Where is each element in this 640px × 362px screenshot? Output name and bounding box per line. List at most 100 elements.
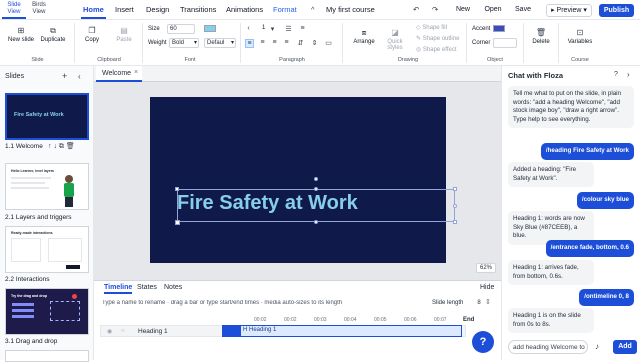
chat-message-bot: Heading 1: arrives fade, from bottom, 0.… [508,260,594,285]
new-button[interactable]: New [452,4,474,17]
line-spacing-value[interactable]: 1 [262,25,265,31]
move-up-icon[interactable]: ↑ [48,143,52,150]
duplicate-button[interactable]: ⧉ Duplicate [38,26,68,43]
character-head [65,175,73,183]
add-slide-icon[interactable]: + [62,71,67,81]
variables-button[interactable]: ⊡ Variables [566,28,594,45]
slide-length-input[interactable]: 8 [472,298,486,308]
move-down-icon[interactable]: ↓ [53,143,57,150]
open-button[interactable]: Open [481,4,505,17]
resize-handle[interactable] [453,204,457,208]
numbered-list-icon[interactable]: ≡ [298,25,307,32]
publish-button[interactable]: Publish [599,4,634,17]
slide-thumbnail-4[interactable]: Try the drag and drop [5,288,89,335]
slide-thumbnail-2[interactable]: Hello Learner, level layers [5,163,89,210]
timeline-bar[interactable]: H Heading 1 [222,325,462,337]
quick-styles-button[interactable]: ◪ Quick styles [380,28,410,51]
slide-thumbnail-3[interactable]: Ready-made interactions [5,226,89,273]
expand-icon[interactable]: › [627,70,630,79]
document-title[interactable]: My first course [326,5,375,14]
text-direction-icon[interactable]: ⇵ [296,39,305,47]
collapse-panel-icon[interactable]: ‹ [78,72,81,81]
corner-input[interactable] [493,38,517,48]
redo-icon[interactable]: ↷ [432,5,438,14]
align-left-icon[interactable]: ≡ [245,39,254,48]
new-slide-button[interactable]: ⊞ New slide [6,26,36,43]
slide-label[interactable]: 3.1 Drag and drop [5,338,57,345]
resize-handle[interactable] [175,220,180,225]
tab-welcome[interactable]: Welcome × [96,66,142,82]
slide-heading[interactable]: Fire Safety at Work [177,192,358,215]
resize-handle[interactable] [314,187,318,191]
close-icon[interactable]: × [134,69,138,76]
editor-area: Welcome × Fire Safety at Work 62% Timeli… [94,66,501,360]
font-size-input[interactable]: 60 [167,24,195,34]
lock-icon[interactable]: ○ [121,328,125,334]
delete-label: Delete [532,39,550,45]
tab-format[interactable]: Format [273,5,297,14]
tab-insert[interactable]: Insert [115,5,134,14]
timeline-row-name[interactable]: Heading 1 [138,328,168,335]
slide-thumbnail-1[interactable]: Fire Safety at Work [5,93,89,140]
slide-label[interactable]: 1.1 Welcome [5,143,43,150]
copy-button[interactable]: ❐ Copy [82,26,102,43]
eye-icon[interactable]: ◉ [107,328,112,335]
slide-thumbnail-5[interactable] [5,350,89,362]
help-icon[interactable]: ? [614,71,618,78]
tab-states[interactable]: States [137,284,157,291]
microphone-icon[interactable]: ♪ [595,342,599,351]
paste-button[interactable]: ▤ Paste [112,26,136,43]
add-button[interactable]: Add [613,340,637,354]
resize-handle[interactable] [314,220,318,224]
slide-canvas[interactable]: Fire Safety at Work [150,97,457,263]
chat-input[interactable] [508,340,588,354]
tab-animations[interactable]: Animations [226,5,263,14]
tab-transitions[interactable]: Transitions [180,5,216,14]
trash-icon[interactable]: 🗑 [66,143,75,150]
chevron-down-icon: ▾ [230,40,234,46]
align-justify-icon[interactable]: ≡ [282,39,291,46]
zoom-level[interactable]: 62% [476,263,496,273]
bullet-list-icon[interactable]: ☰ [284,25,293,33]
tab-design[interactable]: Design [146,5,169,14]
slides-panel-title: Slides [5,73,25,80]
help-fab-button[interactable]: ? [472,331,494,353]
tab-timeline[interactable]: Timeline [104,284,133,294]
undo-icon[interactable]: ↶ [413,5,419,14]
font-weight-select[interactable]: Bold ▾ [169,38,199,48]
thumbnail-heading: Try the drag and drop [11,294,47,298]
align-right-icon[interactable]: ≡ [270,39,279,46]
hide-timeline-button[interactable]: Hide [480,284,494,291]
vertical-align-icon[interactable]: ⇕ [310,39,319,47]
font-color-swatch[interactable] [204,25,216,32]
text-box-icon[interactable]: ▭ [324,39,333,47]
slide-view-tab[interactable]: Slide View [2,2,26,19]
resize-handle[interactable] [453,220,457,224]
chevron-left-icon[interactable]: ‹ [244,25,253,32]
tab-home[interactable]: Home [81,5,106,19]
tab-notes[interactable]: Notes [164,284,182,291]
timeline-tick: 00:07 [434,317,447,323]
trash-icon: 🗑 [535,28,547,37]
duplicate-icon[interactable]: ⧉ [59,143,64,150]
align-center-icon[interactable]: ≡ [258,39,267,46]
accent-color-swatch[interactable] [493,25,505,32]
resize-handle[interactable] [453,187,457,191]
save-button[interactable]: Save [511,4,535,17]
font-family-select[interactable]: Defaul ▾ [204,38,236,48]
collapse-ribbon-icon[interactable]: ^ [311,5,315,14]
delete-button[interactable]: 🗑 Delete [528,28,554,45]
preview-button[interactable]: ▸ Preview ▾ [546,4,592,17]
chevron-down-icon[interactable]: ▾ [268,25,277,33]
slide-label[interactable]: 2.1 Layers and triggers [5,214,71,221]
rotate-handle[interactable] [314,177,318,181]
entrance-animation-marker[interactable] [223,326,241,336]
birds-view-tab[interactable]: Birds View [27,2,51,19]
shape-outline-button[interactable]: ✎ Shape outline [416,35,459,42]
shape-fill-button[interactable]: ◇ Shape fill [416,24,447,31]
resize-handle[interactable] [175,187,179,191]
stepper-icon[interactable]: ⇕ [485,298,491,306]
shape-effect-button[interactable]: ◎ Shape effect [416,46,457,53]
arrange-button[interactable]: ⧈ Arrange [350,28,378,45]
slide-label[interactable]: 2.2 Interactions [5,276,49,283]
